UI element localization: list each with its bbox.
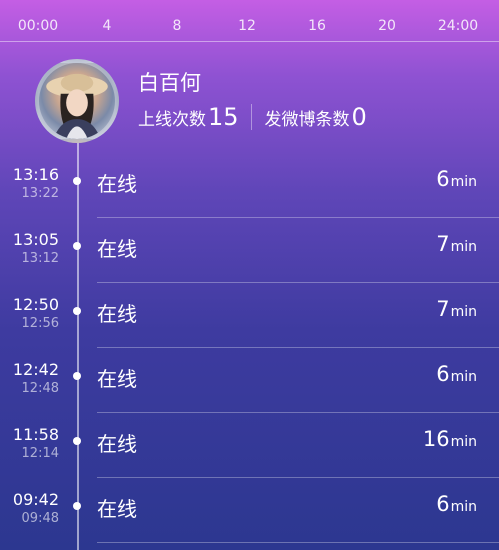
session-start-time: 13:05 <box>12 230 59 249</box>
hour-tick: 8 <box>172 18 182 34</box>
timeline-dot <box>73 177 81 185</box>
row-separator <box>97 542 499 543</box>
timeline-dot <box>73 437 81 445</box>
session-end-time: 12:56 <box>21 316 59 331</box>
online-count-label: 上线次数 <box>138 109 206 130</box>
user-profile: 白百何 上线次数 15 发微博条数 0 <box>0 55 499 145</box>
session-end-time: 09:48 <box>21 511 59 526</box>
session-status: 在线 <box>97 172 137 196</box>
session-duration: 6min <box>436 362 477 386</box>
stats-divider <box>250 104 252 130</box>
session-duration: 6min <box>436 492 477 516</box>
duration-value: 16 <box>422 427 450 451</box>
user-stats: 上线次数 15 发微博条数 0 <box>138 103 367 131</box>
duration-unit: min <box>450 369 477 385</box>
duration-value: 6 <box>436 362 450 386</box>
duration-unit: min <box>450 174 477 190</box>
session-row[interactable]: 09:42 09:48 在线 6min <box>0 480 499 545</box>
timeline-dot <box>73 372 81 380</box>
weibo-count-label: 发微博条数 <box>264 109 350 130</box>
session-start-time: 13:16 <box>12 165 59 184</box>
duration-value: 6 <box>436 167 450 191</box>
duration-unit: min <box>450 434 477 450</box>
duration-unit: min <box>450 239 477 255</box>
session-start-time: 11:58 <box>12 425 59 444</box>
session-row[interactable]: 13:16 13:22 在线 6min <box>0 155 499 220</box>
row-separator <box>97 282 499 283</box>
session-end-time: 12:14 <box>21 446 59 461</box>
session-row[interactable]: 13:05 13:12 在线 7min <box>0 220 499 285</box>
session-status: 在线 <box>97 432 137 456</box>
session-duration: 16min <box>423 427 477 451</box>
hour-axis: 00:00 4 8 12 16 20 24:00 <box>0 0 499 42</box>
session-row[interactable]: 12:42 12:48 在线 6min <box>0 350 499 415</box>
hour-tick: 12 <box>238 18 256 34</box>
duration-value: 7 <box>436 232 450 256</box>
session-status: 在线 <box>97 497 137 521</box>
session-row[interactable]: 12:50 12:56 在线 7min <box>0 285 499 350</box>
avatar-photo <box>46 73 108 139</box>
session-status: 在线 <box>97 302 137 326</box>
timeline-dot <box>73 502 81 510</box>
hour-tick: 24:00 <box>437 18 479 34</box>
hour-tick: 20 <box>378 18 396 34</box>
session-start-time: 09:42 <box>12 490 59 509</box>
duration-unit: min <box>450 499 477 515</box>
session-start-time: 12:50 <box>12 295 59 314</box>
session-duration: 6min <box>436 167 477 191</box>
hour-tick: 00:00 <box>17 18 59 34</box>
timeline-dot <box>73 242 81 250</box>
session-start-time: 12:42 <box>12 360 59 379</box>
duration-unit: min <box>450 304 477 320</box>
session-duration: 7min <box>436 297 477 321</box>
online-count-value: 15 <box>208 103 239 131</box>
session-status: 在线 <box>97 367 137 391</box>
session-end-time: 12:48 <box>21 381 59 396</box>
session-end-time: 13:12 <box>21 251 59 266</box>
avatar[interactable] <box>35 59 119 143</box>
session-status: 在线 <box>97 237 137 261</box>
duration-value: 6 <box>436 492 450 516</box>
hour-tick: 4 <box>102 18 112 34</box>
row-separator <box>97 412 499 413</box>
hour-axis-rail <box>0 41 499 42</box>
row-separator <box>97 347 499 348</box>
weibo-count-value: 0 <box>351 103 367 131</box>
timeline-dot <box>73 307 81 315</box>
session-end-time: 13:22 <box>21 186 59 201</box>
user-name: 白百何 <box>138 71 201 95</box>
session-row[interactable]: 11:58 12:14 在线 16min <box>0 415 499 480</box>
session-duration: 7min <box>436 232 477 256</box>
row-separator <box>97 477 499 478</box>
hour-tick: 16 <box>308 18 326 34</box>
duration-value: 7 <box>436 297 450 321</box>
row-separator <box>97 217 499 218</box>
